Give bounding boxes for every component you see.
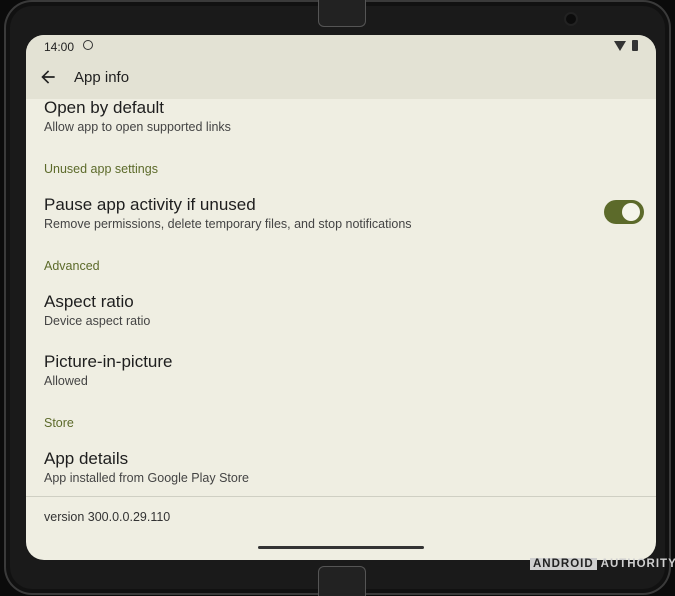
- front-camera: [566, 14, 576, 24]
- pause-app-activity-subtitle: Remove permissions, delete temporary fil…: [44, 217, 412, 231]
- app-details-title: App details: [44, 449, 129, 468]
- hinge-top: [318, 0, 366, 27]
- hinge-bottom: [318, 566, 366, 596]
- picture-in-picture-title: Picture-in-picture: [44, 352, 173, 371]
- back-arrow-icon[interactable]: [38, 67, 58, 87]
- version-text: version 300.0.0.29.110: [44, 510, 171, 524]
- section-unused-app-settings: Unused app settings: [44, 162, 158, 176]
- toggle-knob: [622, 203, 640, 221]
- battery-icon: [632, 40, 638, 51]
- app-bar: App info: [26, 59, 656, 99]
- watermark-authority: AUTHORITY: [600, 558, 675, 570]
- pause-app-activity-toggle[interactable]: [604, 200, 644, 224]
- foldable-device-frame: 14:00 App info Open by default Allow app…: [4, 0, 671, 596]
- picture-in-picture-subtitle: Allowed: [44, 374, 88, 388]
- aspect-ratio-title: Aspect ratio: [44, 292, 134, 311]
- app-details-subtitle: App installed from Google Play Store: [44, 471, 249, 485]
- section-store: Store: [44, 416, 74, 430]
- watermark-android: ANDROID: [530, 558, 597, 570]
- aspect-ratio-subtitle: Device aspect ratio: [44, 314, 151, 328]
- status-time: 14:00: [44, 40, 75, 54]
- watermark: ANDROID AUTHORITY: [530, 558, 675, 570]
- open-by-default-title: Open by default: [44, 98, 165, 117]
- open-by-default-subtitle: Allow app to open supported links: [44, 120, 231, 134]
- phone-screen: 14:00 App info Open by default Allow app…: [26, 35, 656, 560]
- divider: [26, 496, 656, 497]
- wifi-icon: [614, 41, 626, 51]
- page-title: App info: [74, 69, 130, 86]
- pause-app-activity-title: Pause app activity if unused: [44, 195, 256, 214]
- section-advanced: Advanced: [44, 259, 100, 273]
- gesture-nav-handle[interactable]: [258, 546, 424, 549]
- status-bar: 14:00: [26, 35, 656, 59]
- status-app-icon: [83, 40, 93, 50]
